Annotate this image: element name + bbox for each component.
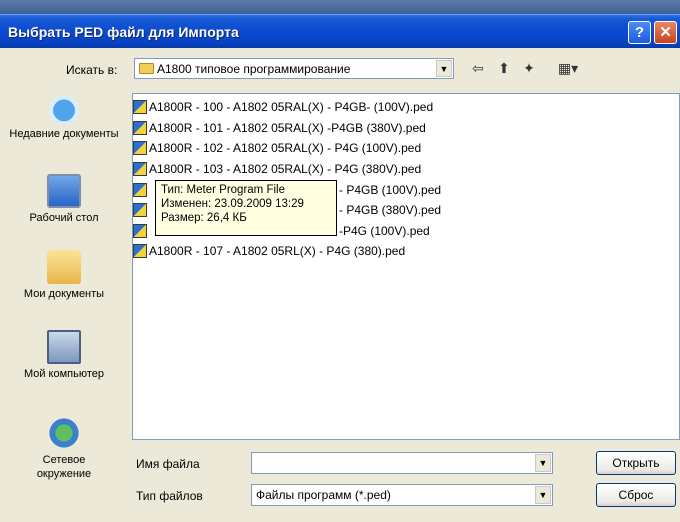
- lookin-value: A1800 типовое программирование: [157, 62, 351, 76]
- title-bar[interactable]: Выбрать PED файл для Импорта ? ✕: [0, 14, 680, 48]
- close-button[interactable]: ✕: [654, 21, 677, 44]
- list-item[interactable]: A1800R - 107 - A1802 05RL(X) - P4G (380)…: [133, 242, 405, 260]
- filename-label: Имя файла: [136, 457, 200, 471]
- reset-button[interactable]: Сброс: [596, 483, 676, 507]
- place-label: Мои документы: [23, 288, 105, 300]
- filetype-value: Файлы программ (*.ped): [256, 488, 391, 502]
- lookin-dropdown[interactable]: A1800 типовое программирование ▼: [134, 58, 454, 79]
- place-label: Мой компьютер: [23, 368, 105, 380]
- recent-documents-icon: [47, 90, 81, 124]
- place-my-documents[interactable]: Мои документы: [0, 250, 128, 301]
- view-menu-icon[interactable]: ▦▾: [553, 58, 583, 78]
- place-label: Сетевое окружение: [36, 454, 92, 480]
- filetype-select[interactable]: Файлы программ (*.ped) ▼: [251, 484, 553, 506]
- help-button[interactable]: ?: [628, 21, 651, 44]
- list-item[interactable]: - P4GB (100V).ped: [339, 181, 441, 199]
- up-folder-icon[interactable]: ⬆: [494, 58, 514, 78]
- list-item[interactable]: A1800R - 100 - A1802 05RAL(X) - P4GB- (1…: [133, 98, 433, 116]
- place-desktop[interactable]: Рабочий стол: [0, 174, 128, 225]
- filename-field[interactable]: ▼: [251, 452, 553, 474]
- list-item[interactable]: -P4G (100V).ped: [339, 222, 430, 240]
- places-bar: Недавние документы Рабочий стол Мои доку…: [0, 90, 128, 510]
- place-label: Рабочий стол: [29, 212, 99, 224]
- list-item[interactable]: - P4GB (380V).ped: [339, 201, 441, 219]
- ped-file-icon: [133, 224, 147, 238]
- chevron-down-icon[interactable]: ▼: [535, 454, 551, 472]
- tooltip-type: Тип: Meter Program File: [161, 184, 285, 196]
- ped-file-icon: [133, 121, 147, 135]
- folder-icon: [139, 63, 154, 74]
- place-label: Недавние документы: [9, 128, 119, 140]
- list-item[interactable]: A1800R - 101 - A1802 05RAL(X) -P4GB (380…: [133, 119, 426, 137]
- list-item-icon-row: [133, 181, 149, 199]
- list-item[interactable]: A1800R - 103 - A1802 05RAL(X) - P4G (380…: [133, 160, 421, 178]
- ped-file-icon: [133, 100, 147, 114]
- ped-file-icon: [133, 162, 147, 176]
- place-recent[interactable]: Недавние документы: [0, 90, 128, 141]
- ped-file-icon: [133, 244, 147, 258]
- list-item-icon-row: [133, 201, 149, 219]
- chevron-down-icon[interactable]: ▼: [436, 60, 452, 77]
- my-documents-icon: [47, 250, 81, 284]
- ped-file-icon: [133, 141, 147, 155]
- place-my-computer[interactable]: Мой компьютер: [0, 330, 128, 381]
- ped-file-icon: [133, 203, 147, 217]
- filetype-label: Тип файлов: [136, 489, 203, 503]
- background-strip: [0, 0, 680, 14]
- list-item-icon-row: [133, 222, 149, 240]
- lookin-label: Искать в:: [66, 63, 118, 77]
- tooltip-modified: Изменен: 23.09.2009 13:29: [161, 198, 304, 210]
- back-arrow-icon[interactable]: ⇦: [468, 58, 488, 78]
- my-computer-icon: [47, 330, 81, 364]
- file-info-tooltip: Тип: Meter Program File Изменен: 23.09.2…: [155, 180, 337, 236]
- file-list[interactable]: A1800R - 100 - A1802 05RAL(X) - P4GB- (1…: [132, 93, 680, 440]
- place-network[interactable]: Сетевое окружение: [0, 416, 128, 481]
- desktop-icon: [47, 174, 81, 208]
- ped-file-icon: [133, 183, 147, 197]
- network-icon: [47, 416, 81, 450]
- tooltip-size: Размер: 26,4 КБ: [161, 212, 247, 224]
- chevron-down-icon[interactable]: ▼: [535, 486, 551, 504]
- window-title: Выбрать PED файл для Импорта: [8, 24, 239, 40]
- open-button[interactable]: Открыть: [596, 451, 676, 475]
- list-item[interactable]: A1800R - 102 - A1802 05RAL(X) - P4G (100…: [133, 139, 421, 157]
- new-folder-icon[interactable]: ✦: [519, 58, 539, 78]
